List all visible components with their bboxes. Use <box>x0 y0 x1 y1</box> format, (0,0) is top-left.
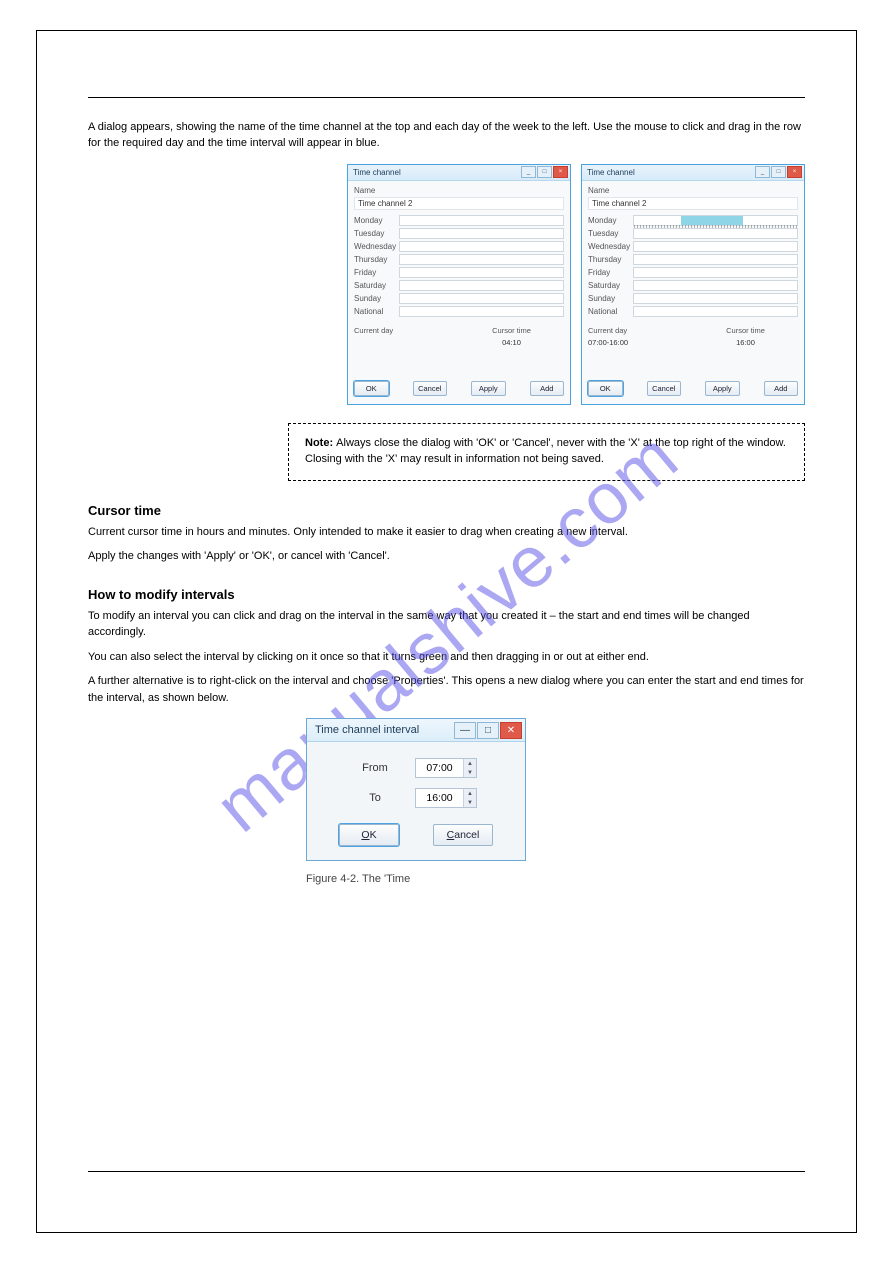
cancel-button[interactable]: Cancel <box>647 381 682 396</box>
day-label: National <box>354 307 399 316</box>
window-title: Time channel <box>587 168 635 177</box>
minimize-icon[interactable]: — <box>454 722 476 739</box>
body-paragraph: A further alternative is to right-click … <box>88 673 805 706</box>
cancel-button[interactable]: Cancel <box>413 381 448 396</box>
minimize-icon[interactable]: _ <box>521 166 536 178</box>
day-label: Saturday <box>588 281 633 290</box>
name-input[interactable]: Time channel 2 <box>588 197 798 210</box>
day-track-thursday[interactable] <box>633 254 798 265</box>
day-label: Wednesday <box>588 242 633 251</box>
from-time-spinner[interactable]: 07:00 ▲▼ <box>415 758 477 778</box>
day-label: Sunday <box>354 294 399 303</box>
maximize-icon[interactable]: □ <box>771 166 786 178</box>
day-label: Tuesday <box>588 229 633 238</box>
to-time-value: 16:00 <box>416 792 463 804</box>
window-title: Time channel interval <box>315 724 419 736</box>
maximize-icon[interactable]: □ <box>477 722 499 739</box>
day-label: Thursday <box>354 255 399 264</box>
to-label: To <box>355 792 395 804</box>
header-rule <box>88 97 805 98</box>
footer-rule <box>88 1171 805 1172</box>
note-text: Always close the dialog with 'OK' or 'Ca… <box>305 437 786 465</box>
close-icon[interactable]: × <box>553 166 568 178</box>
day-label: Monday <box>354 216 399 225</box>
day-label: Tuesday <box>354 229 399 238</box>
day-label: Monday <box>588 216 633 225</box>
time-channel-dialog-b: Time channel _ □ × Name Time channel 2 M… <box>581 164 805 405</box>
day-label: Friday <box>588 268 633 277</box>
body-paragraph: Apply the changes with 'Apply' or 'OK', … <box>88 548 805 565</box>
day-track-thursday[interactable] <box>399 254 564 265</box>
day-track-friday[interactable] <box>633 267 798 278</box>
spin-down-icon[interactable]: ▼ <box>464 798 476 807</box>
body-paragraph: You can also select the interval by clic… <box>88 649 805 666</box>
day-track-friday[interactable] <box>399 267 564 278</box>
cursor-time-value: 04:10 <box>459 338 564 347</box>
from-time-value: 07:00 <box>416 762 463 774</box>
day-track-monday[interactable] <box>633 215 798 226</box>
day-label: Wednesday <box>354 242 399 251</box>
to-time-spinner[interactable]: 16:00 ▲▼ <box>415 788 477 808</box>
apply-button[interactable]: Apply <box>471 381 506 396</box>
add-button[interactable]: Add <box>530 381 565 396</box>
name-label: Name <box>354 186 564 195</box>
spin-up-icon[interactable]: ▲ <box>464 789 476 798</box>
figure-caption: Figure 4-2. The 'Time <box>306 873 805 885</box>
day-track-monday[interactable] <box>399 215 564 226</box>
cancel-button[interactable]: Cancel <box>433 824 493 846</box>
cursor-time-label: Cursor time <box>693 326 798 335</box>
apply-button[interactable]: Apply <box>705 381 740 396</box>
day-track-national[interactable] <box>399 306 564 317</box>
intro-paragraph: A dialog appears, showing the name of th… <box>88 120 805 152</box>
day-label: Thursday <box>588 255 633 264</box>
day-track-tuesday[interactable] <box>633 228 798 239</box>
day-track-saturday[interactable] <box>399 280 564 291</box>
day-track-wednesday[interactable] <box>633 241 798 252</box>
name-input[interactable]: Time channel 2 <box>354 197 564 210</box>
day-label: Saturday <box>354 281 399 290</box>
minimize-icon[interactable]: _ <box>755 166 770 178</box>
close-icon[interactable]: ✕ <box>500 722 522 739</box>
time-channel-dialog-a: Time channel _ □ × Name Time channel 2 M… <box>347 164 571 405</box>
window-titlebar: Time channel _ □ × <box>348 165 570 181</box>
from-label: From <box>355 762 395 774</box>
cursor-time-value: 16:00 <box>693 338 798 347</box>
note-box: Note: Always close the dialog with 'OK' … <box>288 423 805 481</box>
day-label: Sunday <box>588 294 633 303</box>
current-day-label: Current day <box>588 326 693 335</box>
day-label: National <box>588 307 633 316</box>
current-day-label: Current day <box>354 326 459 335</box>
body-paragraph: Current cursor time in hours and minutes… <box>88 524 805 541</box>
day-track-wednesday[interactable] <box>399 241 564 252</box>
body-paragraph: To modify an interval you can click and … <box>88 608 805 641</box>
day-track-tuesday[interactable] <box>399 228 564 239</box>
time-channel-interval-dialog: Time channel interval — □ ✕ From 07:00 ▲… <box>306 718 526 861</box>
current-day-value: 07:00-16:00 <box>588 338 693 347</box>
section-heading-cursor-time: Cursor time <box>88 503 805 518</box>
cursor-time-label: Cursor time <box>459 326 564 335</box>
day-label: Friday <box>354 268 399 277</box>
ok-button[interactable]: OK <box>339 824 399 846</box>
add-button[interactable]: Add <box>764 381 799 396</box>
window-titlebar: Time channel interval — □ ✕ <box>307 719 525 742</box>
day-track-saturday[interactable] <box>633 280 798 291</box>
day-track-sunday[interactable] <box>399 293 564 304</box>
window-title: Time channel <box>353 168 401 177</box>
spin-up-icon[interactable]: ▲ <box>464 759 476 768</box>
close-icon[interactable]: × <box>787 166 802 178</box>
maximize-icon[interactable]: □ <box>537 166 552 178</box>
ok-button[interactable]: OK <box>354 381 389 396</box>
name-label: Name <box>588 186 798 195</box>
note-label: Note: <box>305 437 336 449</box>
day-track-national[interactable] <box>633 306 798 317</box>
spin-down-icon[interactable]: ▼ <box>464 768 476 777</box>
window-titlebar: Time channel _ □ × <box>582 165 804 181</box>
section-heading-modify: How to modify intervals <box>88 587 805 602</box>
ok-button[interactable]: OK <box>588 381 623 396</box>
day-track-sunday[interactable] <box>633 293 798 304</box>
interval-fill[interactable] <box>681 216 743 225</box>
dialogs-row: Time channel _ □ × Name Time channel 2 M… <box>88 164 805 405</box>
